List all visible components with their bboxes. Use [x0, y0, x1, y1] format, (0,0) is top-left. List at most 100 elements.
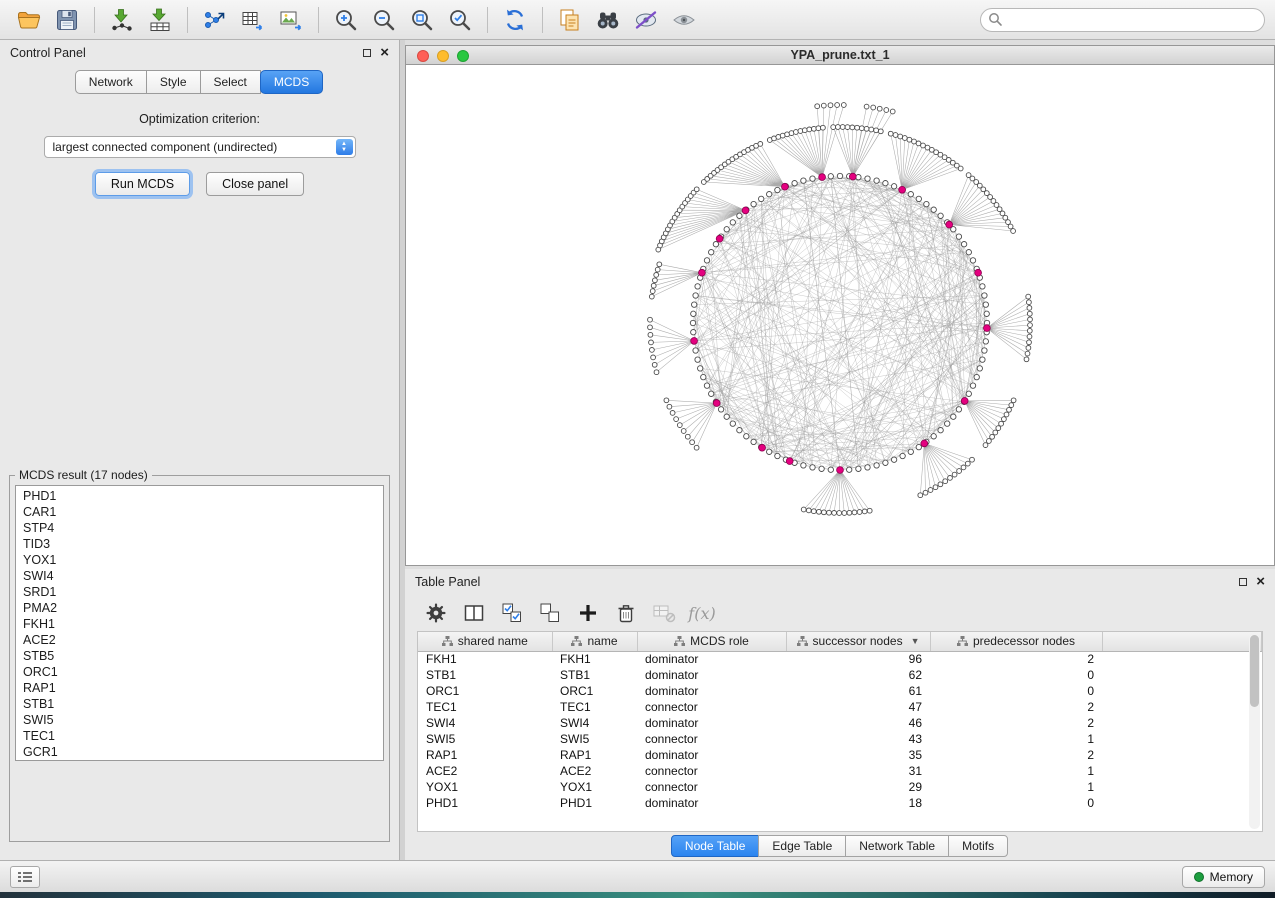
- memory-button[interactable]: Memory: [1182, 866, 1265, 888]
- result-node[interactable]: CAR1: [16, 504, 383, 520]
- table-row[interactable]: RAP1RAP1dominator352: [418, 747, 1262, 763]
- refresh-network-icon[interactable]: [496, 4, 534, 36]
- panel-menu-button[interactable]: [10, 866, 40, 888]
- cell-MCDS-role: connector: [637, 763, 786, 779]
- table-panel: Table Panel × f(x) shared namenameMCDS r…: [405, 569, 1275, 860]
- delete-row-icon[interactable]: [611, 600, 641, 626]
- cell-shared-name: RAP1: [418, 747, 552, 763]
- table-tabs: Node TableEdge TableNetwork TableMotifs: [405, 832, 1275, 860]
- column-header-MCDS-role[interactable]: MCDS role: [637, 632, 786, 651]
- save-session-icon[interactable]: [48, 4, 86, 36]
- search-input[interactable]: [980, 8, 1265, 32]
- zoom-selected-icon[interactable]: [441, 4, 479, 36]
- export-network-icon[interactable]: [196, 4, 234, 36]
- result-node[interactable]: GCR1: [16, 744, 383, 760]
- tab-node-table[interactable]: Node Table: [671, 835, 760, 857]
- result-node[interactable]: FKH1: [16, 616, 383, 632]
- cell-successor-nodes: 43: [786, 731, 930, 747]
- tab-network-table[interactable]: Network Table: [845, 835, 949, 857]
- result-node[interactable]: PHD1: [16, 488, 383, 504]
- zoom-in-icon[interactable]: [327, 4, 365, 36]
- zoom-out-icon[interactable]: [365, 4, 403, 36]
- deselect-all-icon[interactable]: [535, 600, 565, 626]
- cell-filler: [1102, 715, 1262, 731]
- table-row[interactable]: SWI4SWI4dominator462: [418, 715, 1262, 731]
- result-node[interactable]: SWI5: [16, 712, 383, 728]
- open-file-icon[interactable]: [10, 4, 48, 36]
- cell-successor-nodes: 29: [786, 779, 930, 795]
- table-row[interactable]: YOX1YOX1connector291: [418, 779, 1262, 795]
- settings-gear-icon[interactable]: [421, 600, 451, 626]
- tab-style[interactable]: Style: [146, 70, 201, 94]
- cell-filler: [1102, 747, 1262, 763]
- table-scrollbar[interactable]: [1249, 634, 1260, 829]
- result-node[interactable]: SRD1: [16, 584, 383, 600]
- close-table-panel-icon[interactable]: ×: [1256, 577, 1265, 587]
- column-header-name[interactable]: name: [552, 632, 637, 651]
- cell-shared-name: YOX1: [418, 779, 552, 795]
- float-table-panel-icon[interactable]: [1239, 578, 1247, 586]
- scrollbar-thumb[interactable]: [1250, 635, 1259, 707]
- minimize-window-icon[interactable]: [437, 50, 449, 62]
- run-mcds-button[interactable]: Run MCDS: [95, 172, 190, 196]
- column-header-shared-name[interactable]: shared name: [418, 632, 552, 651]
- preview-eye-icon[interactable]: [665, 4, 703, 36]
- table-row[interactable]: PHD1PHD1dominator180: [418, 795, 1262, 811]
- close-panel-icon[interactable]: ×: [380, 48, 389, 58]
- close-window-icon[interactable]: [417, 50, 429, 62]
- search-binoculars-icon[interactable]: [589, 4, 627, 36]
- column-header-successor-nodes[interactable]: successor nodes▼: [786, 632, 930, 651]
- analyzer-icon[interactable]: [627, 4, 665, 36]
- cell-predecessor-nodes: 1: [930, 731, 1102, 747]
- zoom-fit-icon[interactable]: [403, 4, 441, 36]
- cell-successor-nodes: 46: [786, 715, 930, 731]
- cell-MCDS-role: dominator: [637, 667, 786, 683]
- add-row-icon[interactable]: [573, 600, 603, 626]
- cell-shared-name: STB1: [418, 667, 552, 683]
- table-row[interactable]: FKH1FKH1dominator962: [418, 651, 1262, 667]
- import-table-icon[interactable]: [141, 4, 179, 36]
- cell-filler: [1102, 779, 1262, 795]
- import-network-icon[interactable]: [103, 4, 141, 36]
- result-node[interactable]: PMA2: [16, 600, 383, 616]
- result-node[interactable]: ORC1: [16, 664, 383, 680]
- export-table-icon[interactable]: [234, 4, 272, 36]
- cell-name: ACE2: [552, 763, 637, 779]
- optimization-dropdown[interactable]: largest connected component (undirected)…: [44, 136, 356, 158]
- cell-MCDS-role: dominator: [637, 747, 786, 763]
- network-titlebar: YPA_prune.txt_1: [405, 45, 1275, 65]
- column-chooser-icon[interactable]: [459, 600, 489, 626]
- tab-motifs[interactable]: Motifs: [948, 835, 1008, 857]
- result-node[interactable]: STB1: [16, 696, 383, 712]
- result-node[interactable]: YOX1: [16, 552, 383, 568]
- result-node[interactable]: SWI4: [16, 568, 383, 584]
- select-all-icon[interactable]: [497, 600, 527, 626]
- result-node[interactable]: STP4: [16, 520, 383, 536]
- float-panel-icon[interactable]: [363, 49, 371, 57]
- maximize-window-icon[interactable]: [457, 50, 469, 62]
- tab-network[interactable]: Network: [75, 70, 147, 94]
- tab-select[interactable]: Select: [200, 70, 261, 94]
- result-node[interactable]: RAP1: [16, 680, 383, 696]
- table-row[interactable]: TEC1TEC1connector472: [418, 699, 1262, 715]
- network-canvas[interactable]: [406, 65, 1274, 565]
- cell-predecessor-nodes: 1: [930, 779, 1102, 795]
- share-document-icon[interactable]: [551, 4, 589, 36]
- table-row[interactable]: STB1STB1dominator620: [418, 667, 1262, 683]
- result-node[interactable]: ACE2: [16, 632, 383, 648]
- result-node[interactable]: TID3: [16, 536, 383, 552]
- table-row[interactable]: ACE2ACE2connector311: [418, 763, 1262, 779]
- table-row[interactable]: SWI5SWI5connector431: [418, 731, 1262, 747]
- tab-edge-table[interactable]: Edge Table: [758, 835, 846, 857]
- cell-name: STB1: [552, 667, 637, 683]
- close-panel-button[interactable]: Close panel: [206, 172, 304, 196]
- result-node[interactable]: TEC1: [16, 728, 383, 744]
- column-header-predecessor-nodes[interactable]: predecessor nodes: [930, 632, 1102, 651]
- mcds-result-title: MCDS result (17 nodes): [15, 468, 152, 482]
- toolbar-icons: [10, 4, 703, 36]
- cell-name: RAP1: [552, 747, 637, 763]
- export-image-icon[interactable]: [272, 4, 310, 36]
- tab-mcds[interactable]: MCDS: [260, 70, 323, 94]
- result-node[interactable]: STB5: [16, 648, 383, 664]
- table-row[interactable]: ORC1ORC1dominator610: [418, 683, 1262, 699]
